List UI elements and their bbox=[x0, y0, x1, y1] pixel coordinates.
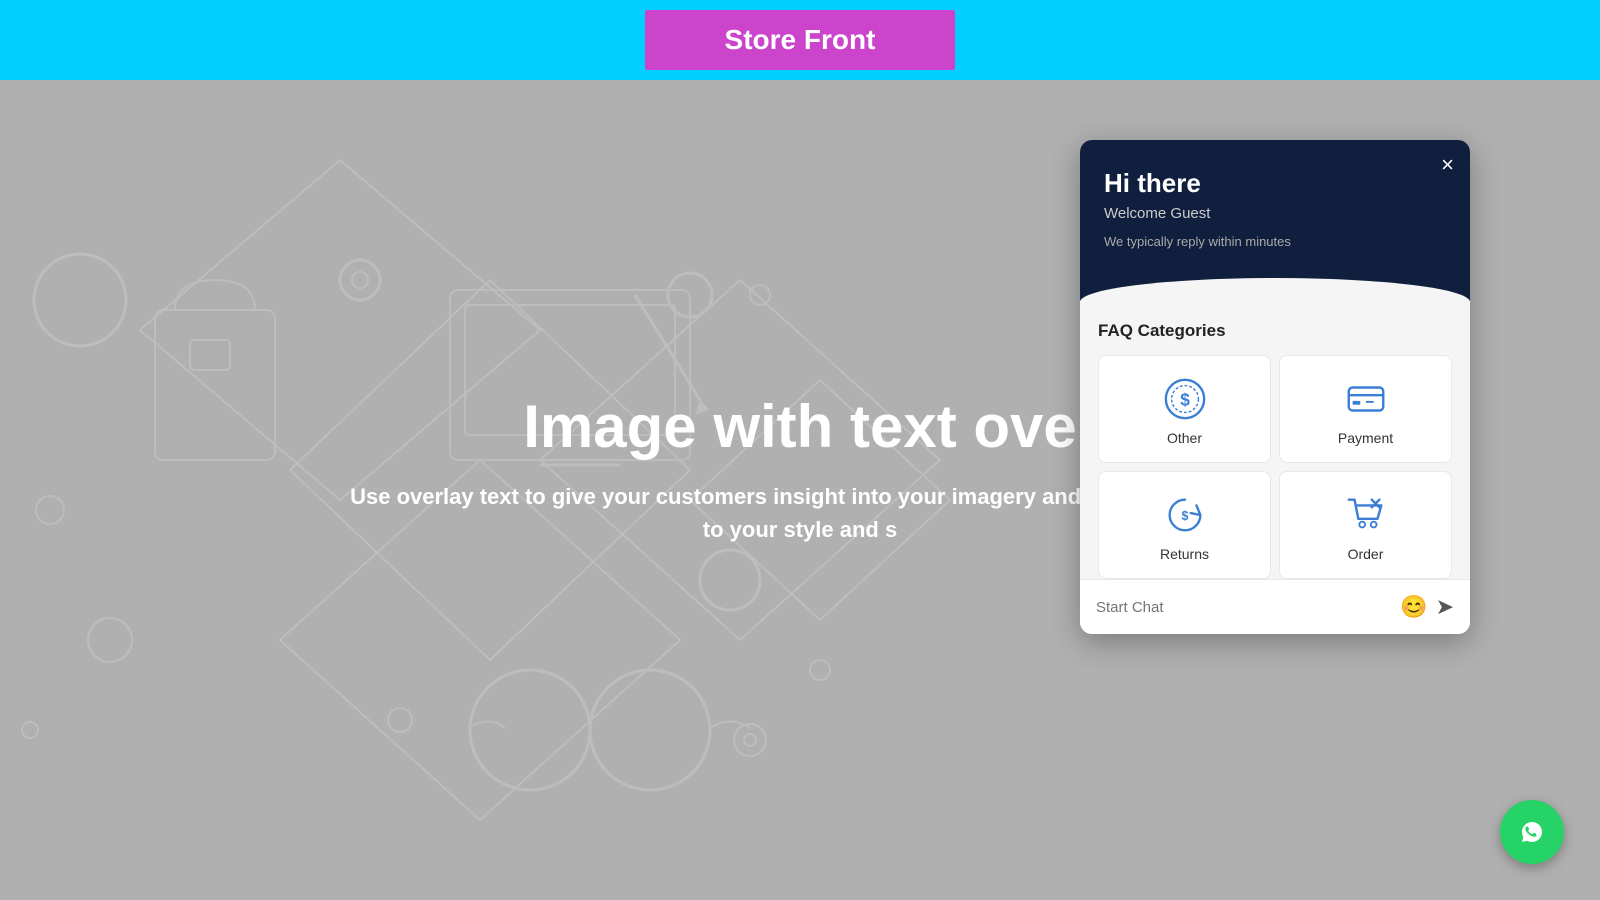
dollar-refresh-icon: $ bbox=[1162, 492, 1208, 538]
shopping-cart-x-icon bbox=[1343, 492, 1389, 538]
svg-text:$: $ bbox=[1181, 509, 1188, 523]
faq-card-returns[interactable]: $ Returns bbox=[1098, 471, 1271, 579]
dollar-circle-icon: $ bbox=[1162, 376, 1208, 422]
whatsapp-button[interactable] bbox=[1500, 800, 1564, 864]
faq-other-label: Other bbox=[1167, 430, 1202, 446]
send-button[interactable]: ➤ bbox=[1436, 594, 1454, 620]
chat-header: × Hi there Welcome Guest We typically re… bbox=[1080, 140, 1470, 281]
chat-body: FAQ Categories $ Other bbox=[1080, 301, 1470, 579]
chat-reply-time: We typically reply within minutes bbox=[1104, 234, 1446, 249]
chat-greeting: Hi there bbox=[1104, 168, 1446, 199]
chat-widget: × Hi there Welcome Guest We typically re… bbox=[1080, 140, 1470, 634]
faq-payment-label: Payment bbox=[1338, 430, 1393, 446]
emoji-button[interactable]: 😊 bbox=[1400, 594, 1427, 620]
top-bar: Store Front bbox=[0, 0, 1600, 80]
svg-text:$: $ bbox=[1180, 390, 1190, 410]
chat-close-button[interactable]: × bbox=[1441, 154, 1454, 176]
wave-divider bbox=[1080, 281, 1470, 301]
store-front-button[interactable]: Store Front bbox=[645, 10, 956, 70]
chat-welcome: Welcome Guest bbox=[1104, 205, 1446, 222]
credit-card-icon bbox=[1343, 376, 1389, 422]
chat-input[interactable] bbox=[1096, 599, 1400, 616]
faq-card-order[interactable]: Order bbox=[1279, 471, 1452, 579]
faq-order-label: Order bbox=[1348, 546, 1384, 562]
chat-input-area: 😊 ➤ bbox=[1080, 579, 1470, 634]
faq-card-other[interactable]: $ Other bbox=[1098, 355, 1271, 463]
faq-grid: $ Other Payment bbox=[1098, 355, 1452, 579]
whatsapp-icon bbox=[1514, 814, 1550, 850]
main-area: Image with text ove Use overlay text to … bbox=[0, 80, 1600, 900]
faq-card-payment[interactable]: Payment bbox=[1279, 355, 1452, 463]
faq-categories-title: FAQ Categories bbox=[1098, 321, 1452, 341]
faq-returns-label: Returns bbox=[1160, 546, 1209, 562]
